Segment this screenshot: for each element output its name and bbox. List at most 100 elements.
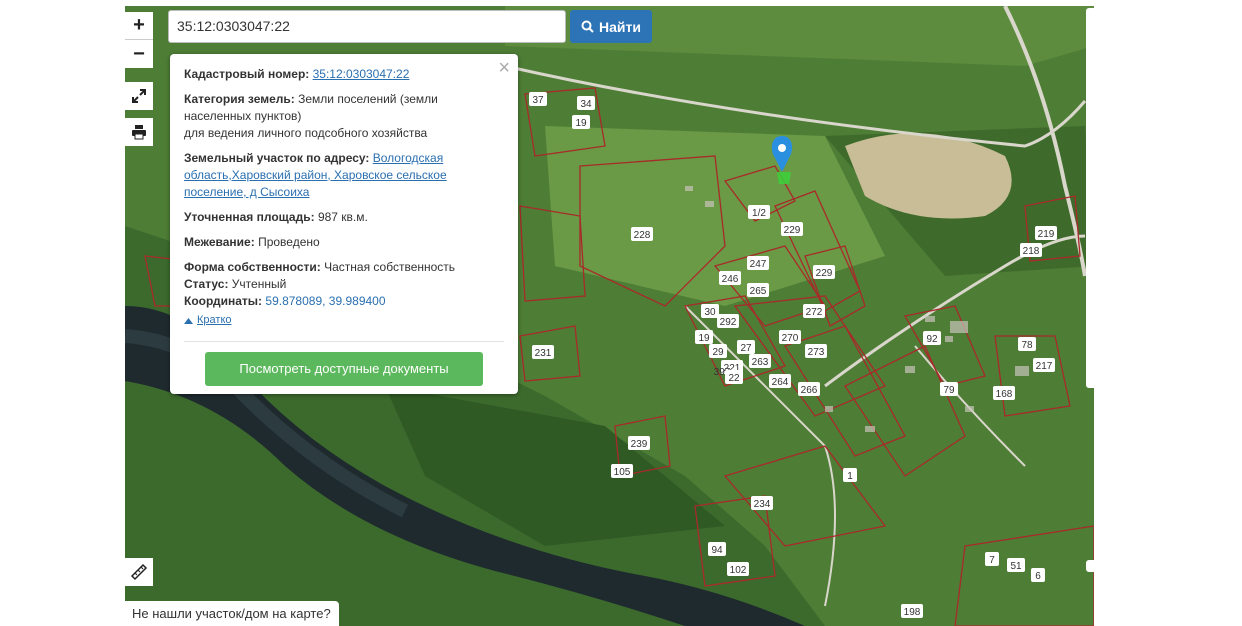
fullscreen-button[interactable] [125, 82, 153, 110]
land-use-value: для ведения личного подсобного хозяйства [184, 126, 428, 140]
svg-text:94: 94 [711, 545, 723, 556]
svg-text:37: 37 [532, 95, 544, 106]
svg-text:19: 19 [575, 118, 587, 129]
address-link[interactable]: область,Харовский район, Харовское сельс… [184, 168, 447, 182]
view-documents-button[interactable]: Посмотреть доступные документы [205, 352, 483, 386]
svg-text:79: 79 [943, 385, 955, 396]
cadastral-search-input[interactable]: 35:12:0303047:22 [168, 10, 566, 43]
svg-text:234: 234 [754, 499, 771, 510]
print-button[interactable] [125, 118, 153, 146]
svg-text:246: 246 [722, 274, 739, 285]
svg-text:19: 19 [698, 333, 710, 344]
ownership-row: Форма собственности: Частная собственнос… [184, 259, 504, 276]
plot-label: 29 [709, 344, 727, 358]
plot-label: 27 [737, 340, 755, 354]
ownership-label: Форма собственности: [184, 260, 321, 274]
area-row: Уточненная площадь: 987 кв.м. [184, 209, 504, 226]
printer-icon [132, 125, 146, 140]
svg-text:219: 219 [1038, 229, 1055, 240]
status-label: Статус: [184, 277, 229, 291]
land-category-row: Категория земель: Земли поселений (земли… [184, 91, 504, 142]
svg-text:78: 78 [1021, 340, 1033, 351]
close-icon[interactable]: × [498, 58, 510, 78]
svg-text:292: 292 [720, 317, 737, 328]
search-button[interactable]: Найти [570, 10, 652, 43]
svg-text:168: 168 [996, 389, 1013, 400]
cadastral-number-label: Кадастровый номер: [184, 67, 310, 81]
expand-icon [132, 89, 146, 103]
address-label: Земельный участок по адресу: [184, 151, 370, 165]
plot-label: 34 [577, 96, 595, 110]
svg-text:29: 29 [712, 347, 724, 358]
plot-label: 264 [769, 374, 791, 388]
brief-label: Кратко [197, 314, 232, 326]
ownership-value: Частная собственность [324, 260, 456, 274]
status-row: Статус: Учтенный [184, 276, 504, 293]
svg-text:264: 264 [772, 377, 789, 388]
plot-label: 51 [1007, 558, 1025, 572]
plot-label: 273 [805, 344, 827, 358]
plot-label: 247 [747, 256, 769, 270]
plot-label: 37 [529, 92, 547, 106]
plot-label: 219 [1035, 226, 1057, 240]
svg-text:92: 92 [926, 334, 938, 345]
svg-text:102: 102 [730, 565, 747, 576]
svg-text:218: 218 [1023, 246, 1040, 257]
svg-text:51: 51 [1010, 561, 1022, 572]
svg-text:7: 7 [989, 555, 995, 566]
land-category-value: Земли поселений (земли [298, 92, 438, 106]
svg-text:105: 105 [614, 467, 631, 478]
zoom-in-button[interactable]: + [125, 12, 153, 40]
svg-text:231: 231 [535, 348, 552, 359]
plot-label: 78 [1018, 337, 1036, 351]
plot-label: 7 [985, 552, 999, 566]
survey-label: Межевание: [184, 235, 255, 249]
plot-label: 292 [717, 314, 739, 328]
plot-label: 79 [940, 382, 958, 396]
plot-label: 30 [701, 304, 719, 318]
plot-label: 228 [631, 227, 653, 241]
plot-label: 94 [708, 542, 726, 556]
plot-label: 92 [923, 331, 941, 345]
land-category-value: населенных пунктов) [184, 109, 302, 123]
svg-text:217: 217 [1036, 361, 1053, 372]
plot-label: 270 [779, 330, 801, 344]
svg-text:273: 273 [808, 347, 825, 358]
cadastral-number-link[interactable]: 35:12:0303047:22 [313, 67, 410, 81]
survey-row: Межевание: Проведено [184, 234, 504, 251]
address-link[interactable]: поселение, д Сысоиха [184, 185, 309, 199]
divider [184, 341, 504, 342]
coordinates-value[interactable]: 59.878089, 39.989400 [265, 294, 385, 308]
not-found-link[interactable]: Не нашли участок/дом на карте? [125, 601, 339, 626]
zoom-out-button[interactable]: − [125, 40, 153, 68]
plot-label: 105 [611, 464, 633, 478]
svg-text:265: 265 [750, 286, 767, 297]
plot-label: 229 [781, 222, 803, 236]
plot-label: 22 [725, 370, 743, 384]
svg-text:228: 228 [634, 230, 651, 241]
brief-toggle-link[interactable]: Кратко [184, 312, 504, 329]
plot-label: 231 [532, 345, 554, 359]
svg-text:1: 1 [847, 471, 853, 482]
svg-text:30: 30 [704, 307, 716, 318]
plot-label: 272 [803, 304, 825, 318]
plot-label: 266 [798, 382, 820, 396]
search-icon [581, 20, 594, 33]
svg-text:270: 270 [782, 333, 799, 344]
svg-text:27: 27 [740, 343, 752, 354]
caret-up-icon [184, 317, 193, 324]
plot-label: 168 [993, 386, 1015, 400]
svg-text:239: 239 [631, 439, 648, 450]
plot-label: 239 [628, 436, 650, 450]
plot-label: 218 [1020, 243, 1042, 257]
address-link[interactable]: Вологодская [373, 151, 443, 165]
svg-text:272: 272 [806, 307, 823, 318]
plot-label: 246 [719, 271, 741, 285]
land-category-label: Категория земель: [184, 92, 295, 106]
search-button-label: Найти [599, 18, 641, 35]
svg-text:34: 34 [580, 99, 592, 110]
svg-text:229: 229 [816, 268, 833, 279]
area-value: 987 кв.м. [317, 210, 368, 224]
plot-label: 229 [813, 265, 835, 279]
ruler-button[interactable] [125, 558, 153, 586]
